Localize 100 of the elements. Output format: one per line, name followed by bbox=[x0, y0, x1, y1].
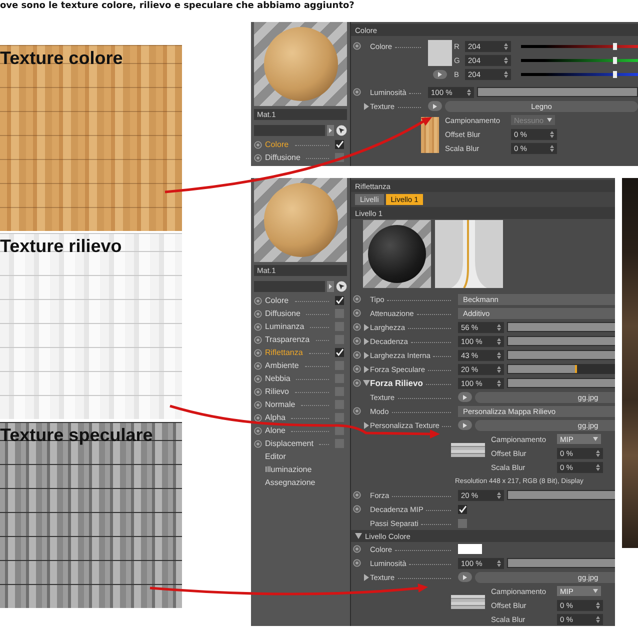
radio-button[interactable] bbox=[352, 407, 360, 415]
checkbox[interactable] bbox=[335, 140, 344, 149]
caret-down-icon bbox=[593, 589, 598, 593]
radio-button[interactable] bbox=[352, 295, 360, 303]
radio-button[interactable] bbox=[254, 336, 262, 344]
texture-menu-button[interactable] bbox=[458, 420, 472, 430]
radio-button[interactable] bbox=[352, 491, 360, 499]
radio-button[interactable] bbox=[352, 379, 360, 387]
slider-track[interactable] bbox=[521, 44, 638, 48]
color-swatch[interactable] bbox=[458, 544, 482, 554]
spinner-icon[interactable] bbox=[497, 366, 501, 372]
channel-label[interactable]: Alone bbox=[265, 426, 286, 435]
spinner-icon[interactable] bbox=[504, 42, 508, 50]
checkbox[interactable] bbox=[335, 348, 344, 357]
dropdown-field[interactable] bbox=[254, 124, 325, 136]
channel-label[interactable]: Trasparenza bbox=[265, 335, 310, 344]
radio-button[interactable] bbox=[352, 351, 360, 359]
spinner-icon[interactable] bbox=[497, 352, 501, 358]
spinner-icon[interactable] bbox=[497, 338, 501, 344]
checkbox[interactable] bbox=[335, 296, 344, 305]
channel-label[interactable]: Riflettanza bbox=[265, 348, 303, 357]
radio-button[interactable] bbox=[254, 348, 262, 356]
radio-button[interactable] bbox=[352, 505, 360, 513]
spinner-icon[interactable] bbox=[497, 324, 501, 330]
material-preview-drawing bbox=[363, 220, 431, 288]
radio-button[interactable] bbox=[352, 365, 360, 373]
spinner-icon[interactable] bbox=[550, 144, 554, 152]
radio-button[interactable] bbox=[352, 337, 360, 345]
caret-right-icon[interactable] bbox=[364, 352, 368, 358]
radio-button[interactable] bbox=[352, 559, 360, 567]
spinner-icon[interactable] bbox=[504, 56, 508, 64]
channel-label[interactable]: Normale bbox=[265, 400, 296, 409]
spinner-icon[interactable] bbox=[504, 70, 508, 78]
spinner-icon[interactable] bbox=[596, 616, 600, 622]
caret-down-icon[interactable] bbox=[362, 380, 370, 386]
radio-button[interactable] bbox=[254, 310, 262, 318]
pick-icon[interactable] bbox=[336, 280, 347, 292]
caret-right-icon[interactable] bbox=[364, 366, 368, 372]
spinner-icon[interactable] bbox=[550, 130, 554, 138]
texture-menu-button[interactable] bbox=[428, 101, 442, 111]
slider-thumb[interactable] bbox=[612, 42, 617, 50]
texture-menu-button[interactable] bbox=[458, 572, 472, 582]
radio-button[interactable] bbox=[254, 426, 262, 434]
channel-label[interactable]: Colore bbox=[265, 296, 289, 305]
radio-button[interactable] bbox=[254, 322, 262, 330]
texture-caption: Texture colore bbox=[0, 48, 123, 69]
radio-button[interactable] bbox=[352, 88, 360, 96]
channel-label[interactable]: Ambiente bbox=[265, 361, 299, 370]
page-label[interactable]: Assegnazione bbox=[265, 478, 316, 487]
channel-label[interactable]: Colore bbox=[265, 140, 289, 149]
radio-button[interactable] bbox=[352, 545, 360, 553]
channel-label[interactable]: Diffusione bbox=[265, 153, 300, 162]
channel-label[interactable]: Luminanza bbox=[265, 322, 304, 331]
channel-label[interactable]: Alpha bbox=[265, 413, 286, 422]
color-picker-button[interactable] bbox=[433, 70, 447, 78]
caret-right-icon[interactable] bbox=[364, 102, 368, 110]
color-swatch[interactable] bbox=[428, 40, 452, 66]
spinner-icon[interactable] bbox=[596, 450, 600, 456]
radio-button[interactable] bbox=[352, 323, 360, 331]
caret-down-icon[interactable] bbox=[355, 533, 362, 539]
caret-right-icon[interactable] bbox=[364, 422, 368, 428]
radio-button[interactable] bbox=[254, 400, 262, 408]
slider-track[interactable] bbox=[521, 58, 638, 62]
radio-button[interactable] bbox=[254, 388, 262, 396]
radio-button[interactable] bbox=[254, 154, 262, 162]
checkbox[interactable] bbox=[458, 518, 467, 528]
slider-thumb[interactable] bbox=[612, 56, 617, 64]
caret-right-icon[interactable] bbox=[364, 574, 368, 580]
radio-button[interactable] bbox=[352, 42, 360, 50]
channel-label[interactable]: Nebbia bbox=[265, 374, 290, 383]
spinner-icon[interactable] bbox=[467, 88, 471, 96]
slider-thumb[interactable] bbox=[612, 70, 617, 78]
spinner-icon[interactable] bbox=[596, 464, 600, 470]
spinner-icon[interactable] bbox=[596, 602, 600, 608]
slider-track[interactable] bbox=[521, 72, 638, 76]
radio-button[interactable] bbox=[254, 374, 262, 382]
caret-right-icon bbox=[463, 574, 467, 580]
channel-label[interactable]: Rilievo bbox=[265, 387, 290, 396]
checkbox[interactable] bbox=[458, 504, 467, 514]
spinner-icon[interactable] bbox=[497, 380, 501, 386]
dropdown-field[interactable] bbox=[254, 280, 325, 292]
spinner-icon[interactable] bbox=[497, 492, 501, 498]
page-label[interactable]: Illuminazione bbox=[265, 465, 312, 474]
channel-label[interactable]: Displacement bbox=[265, 439, 314, 448]
caret-right-icon[interactable] bbox=[364, 338, 368, 344]
page-label[interactable]: Editor bbox=[265, 452, 286, 461]
caret-right-icon[interactable] bbox=[364, 324, 368, 330]
field-label: Forza Rilievo bbox=[370, 378, 423, 388]
radio-button[interactable] bbox=[352, 309, 360, 317]
radio-button[interactable] bbox=[254, 414, 262, 422]
radio-button[interactable] bbox=[254, 440, 262, 448]
texture-menu-button[interactable] bbox=[458, 392, 472, 402]
arrow-button[interactable] bbox=[327, 124, 334, 136]
radio-button[interactable] bbox=[254, 140, 262, 148]
radio-button[interactable] bbox=[254, 362, 262, 370]
radio-button[interactable] bbox=[254, 296, 262, 304]
channel-label[interactable]: Diffusione bbox=[265, 309, 300, 318]
arrow-button[interactable] bbox=[327, 280, 334, 292]
pick-icon[interactable] bbox=[336, 124, 347, 136]
spinner-icon[interactable] bbox=[497, 560, 501, 566]
